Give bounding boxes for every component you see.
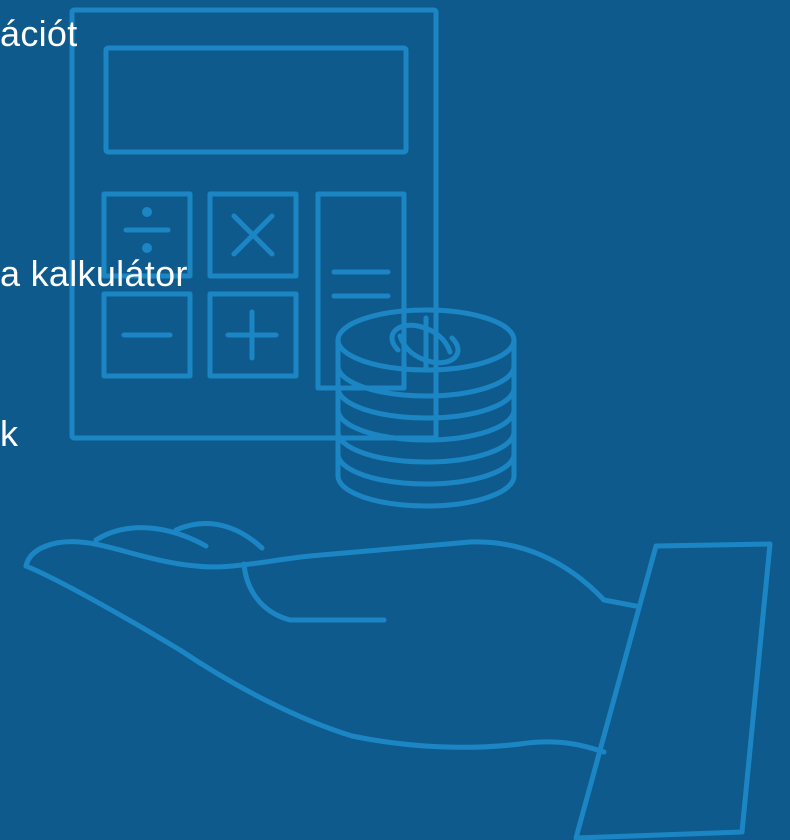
menu-item-calculation[interactable]: ációt: [0, 16, 78, 52]
side-panel: ációt a kalkulátor k: [0, 0, 790, 840]
finance-illustration: [0, 0, 790, 840]
background: [0, 0, 790, 840]
menu-item-calculator[interactable]: a kalkulátor: [0, 256, 188, 292]
menu-item-other[interactable]: k: [0, 416, 18, 452]
